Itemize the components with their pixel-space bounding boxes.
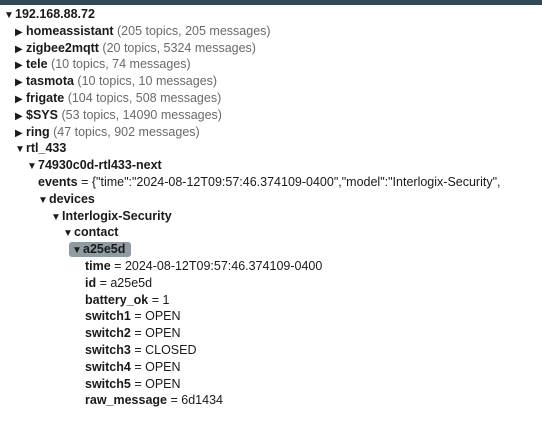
tree-node-rtl433-device[interactable]: ▼74930c0d-rtl433-next — [0, 157, 542, 174]
topic-stats: (104 topics, 508 messages) — [67, 90, 222, 105]
topic-stats: (10 topics, 10 messages) — [77, 74, 218, 89]
leaf-value: = 2024-08-12T09:57:46.374109-0400 — [110, 258, 323, 273]
leaf-value: = OPEN — [130, 376, 181, 391]
selected-node[interactable]: ▼a25e5d — [69, 242, 132, 258]
topic-name: contact — [74, 225, 119, 240]
top-bar — [0, 0, 542, 5]
tree-node-zigbee2mqtt[interactable]: ▶ zigbee2mqtt (20 topics, 5324 messages) — [0, 40, 542, 57]
tree-node-tasmota[interactable]: ▶ tasmota (10 topics, 10 messages) — [0, 73, 542, 90]
triangle-right-icon: ▶ — [15, 77, 23, 89]
topic-stats: (53 topics, 14090 messages) — [61, 107, 222, 122]
triangle-down-icon: ▼ — [38, 194, 48, 206]
leaf-key: events — [38, 174, 78, 189]
topic-name: tasmota — [26, 74, 74, 89]
tree-leaf-raw-message[interactable]: raw_message = 6d1434 — [0, 392, 542, 409]
leaf-value: = {"time":"2024-08-12T09:57:46.374109-04… — [77, 174, 501, 189]
triangle-down-icon: ▼ — [63, 228, 73, 240]
triangle-down-icon: ▼ — [15, 144, 25, 156]
triangle-right-icon: ▶ — [15, 127, 23, 139]
tree-node-rtl433[interactable]: ▼rtl_433 — [0, 140, 542, 157]
leaf-value: = 6d1434 — [167, 393, 223, 408]
triangle-right-icon: ▶ — [15, 110, 23, 122]
leaf-key: switch4 — [85, 359, 131, 374]
topic-name: a25e5d — [83, 242, 126, 257]
topic-name: $SYS — [26, 107, 58, 122]
tree-leaf-switch1[interactable]: switch1 = OPEN — [0, 308, 542, 325]
tree-node-tele[interactable]: ▶ tele (10 topics, 74 messages) — [0, 56, 542, 73]
topic-name: tele — [26, 57, 48, 72]
triangle-down-icon: ▼ — [27, 161, 37, 173]
leaf-key: switch5 — [85, 376, 131, 391]
tree-leaf-switch4[interactable]: switch4 = OPEN — [0, 359, 542, 376]
broker-address: 192.168.88.72 — [15, 7, 95, 21]
tree-leaf-switch3[interactable]: switch3 = CLOSED — [0, 342, 542, 359]
tree-node-homeassistant[interactable]: ▶ homeassistant (205 topics, 205 messages… — [0, 23, 542, 40]
tree-leaf-battery-ok[interactable]: battery_ok = 1 — [0, 292, 542, 309]
tree-leaf-switch5[interactable]: switch5 = OPEN — [0, 376, 542, 393]
topic-stats: (205 topics, 205 messages) — [117, 23, 271, 38]
topic-stats: (10 topics, 74 messages) — [51, 57, 191, 72]
topic-stats: (20 topics, 5324 messages) — [102, 40, 256, 55]
leaf-value: = OPEN — [130, 309, 181, 324]
tree-node-devices[interactable]: ▼devices — [0, 191, 542, 208]
leaf-value: = 1 — [148, 292, 170, 307]
leaf-key: id — [85, 275, 97, 290]
tree-node-interlogix[interactable]: ▼Interlogix-Security — [0, 208, 542, 225]
leaf-value: = OPEN — [130, 326, 181, 341]
tree-node-ring[interactable]: ▶ ring (47 topics, 902 messages) — [0, 124, 542, 141]
topic-name: ring — [26, 124, 50, 139]
leaf-key: time — [85, 258, 111, 273]
triangle-down-icon: ▼ — [72, 245, 82, 257]
topic-name: Interlogix-Security — [62, 208, 172, 223]
leaf-key: raw_message — [85, 393, 168, 408]
topic-name: zigbee2mqtt — [26, 40, 99, 55]
tree-node-root[interactable]: ▼192.168.88.72 — [0, 6, 542, 23]
tree-node-contact[interactable]: ▼contact — [0, 224, 542, 241]
tree-leaf-id[interactable]: id = a25e5d — [0, 275, 542, 292]
tree-leaf-events[interactable]: events = {"time":"2024-08-12T09:57:46.37… — [0, 174, 542, 191]
tree-leaf-time[interactable]: time = 2024-08-12T09:57:46.374109-0400 — [0, 258, 542, 275]
triangle-down-icon: ▼ — [4, 10, 14, 21]
leaf-value: = CLOSED — [130, 342, 197, 357]
tree-node-a25e5d[interactable]: ▼a25e5d — [0, 241, 542, 258]
topic-stats: (47 topics, 902 messages) — [53, 124, 200, 139]
leaf-value: = a25e5d — [96, 275, 153, 290]
leaf-key: switch1 — [85, 309, 131, 324]
leaf-key: switch2 — [85, 326, 131, 341]
topic-tree: ▼192.168.88.72 ▶ homeassistant (205 topic… — [0, 6, 542, 409]
tree-leaf-switch2[interactable]: switch2 = OPEN — [0, 325, 542, 342]
triangle-down-icon: ▼ — [51, 211, 61, 223]
leaf-key: switch3 — [85, 342, 131, 357]
triangle-right-icon: ▶ — [15, 43, 23, 55]
topic-name: homeassistant — [26, 23, 114, 38]
leaf-key: battery_ok — [85, 292, 149, 307]
tree-node-sys[interactable]: ▶ $SYS (53 topics, 14090 messages) — [0, 107, 542, 124]
topic-name: rtl_433 — [26, 141, 67, 156]
triangle-right-icon: ▶ — [15, 60, 23, 72]
triangle-right-icon: ▶ — [15, 93, 23, 105]
tree-node-frigate[interactable]: ▶ frigate (104 topics, 508 messages) — [0, 90, 542, 107]
topic-name: frigate — [26, 90, 65, 105]
triangle-right-icon: ▶ — [15, 26, 23, 38]
topic-name: devices — [49, 191, 95, 206]
leaf-value: = OPEN — [130, 359, 181, 374]
topic-name: 74930c0d-rtl433-next — [38, 158, 162, 173]
